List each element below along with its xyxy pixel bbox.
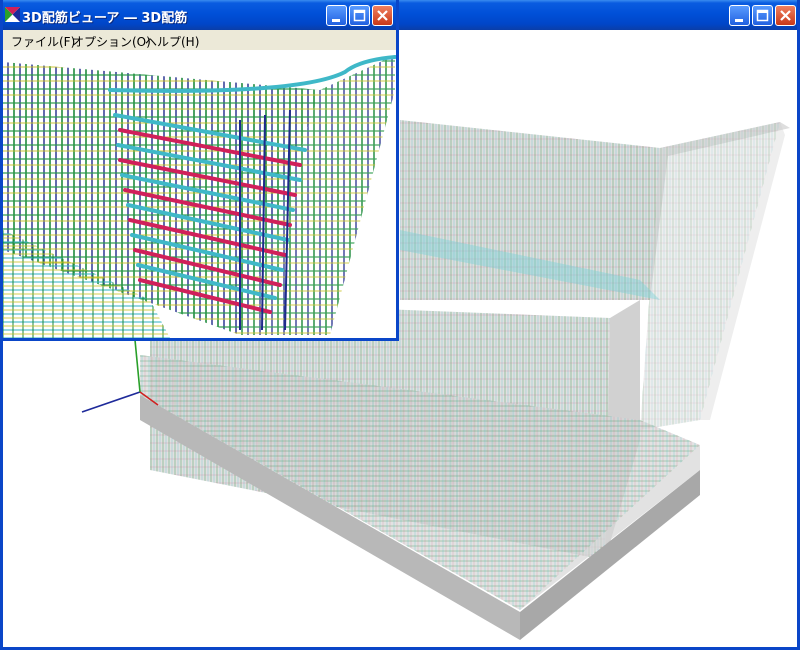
menu-options[interactable]: オプション(O) (72, 33, 151, 50)
wing-wall-concrete (640, 122, 785, 430)
main-minimize-button[interactable] (729, 5, 750, 26)
menu-help[interactable]: ヘルプ(H) (145, 33, 199, 50)
maximize-icon (353, 9, 366, 22)
inset-3d-viewport[interactable] (3, 50, 396, 338)
menu-file[interactable]: ファイル(F) (11, 33, 75, 50)
minimize-icon (332, 19, 340, 22)
inset-titlebar[interactable]: 3D配筋ビューア ― 3D配筋 (0, 0, 399, 30)
inset-minimize-button[interactable] (326, 5, 347, 26)
inset-maximize-button[interactable] (349, 5, 370, 26)
maximize-icon (756, 9, 769, 22)
main-maximize-button[interactable] (752, 5, 773, 26)
app-icon (5, 7, 20, 22)
inset-window-title: 3D配筋ビューア ― 3D配筋 (22, 11, 188, 26)
main-close-button[interactable] (775, 5, 796, 26)
inset-close-button[interactable] (372, 5, 393, 26)
close-icon (377, 10, 388, 21)
inset-menubar: ファイル(F) オプション(O) ヘルプ(H) (3, 30, 396, 50)
inset-window: 3D配筋ビューア ― 3D配筋 ファイル(F) オプション(O) ヘルプ(H) (0, 0, 399, 341)
close-icon (780, 10, 791, 21)
minimize-icon (735, 19, 743, 22)
rebar-closeup-view (3, 50, 396, 338)
